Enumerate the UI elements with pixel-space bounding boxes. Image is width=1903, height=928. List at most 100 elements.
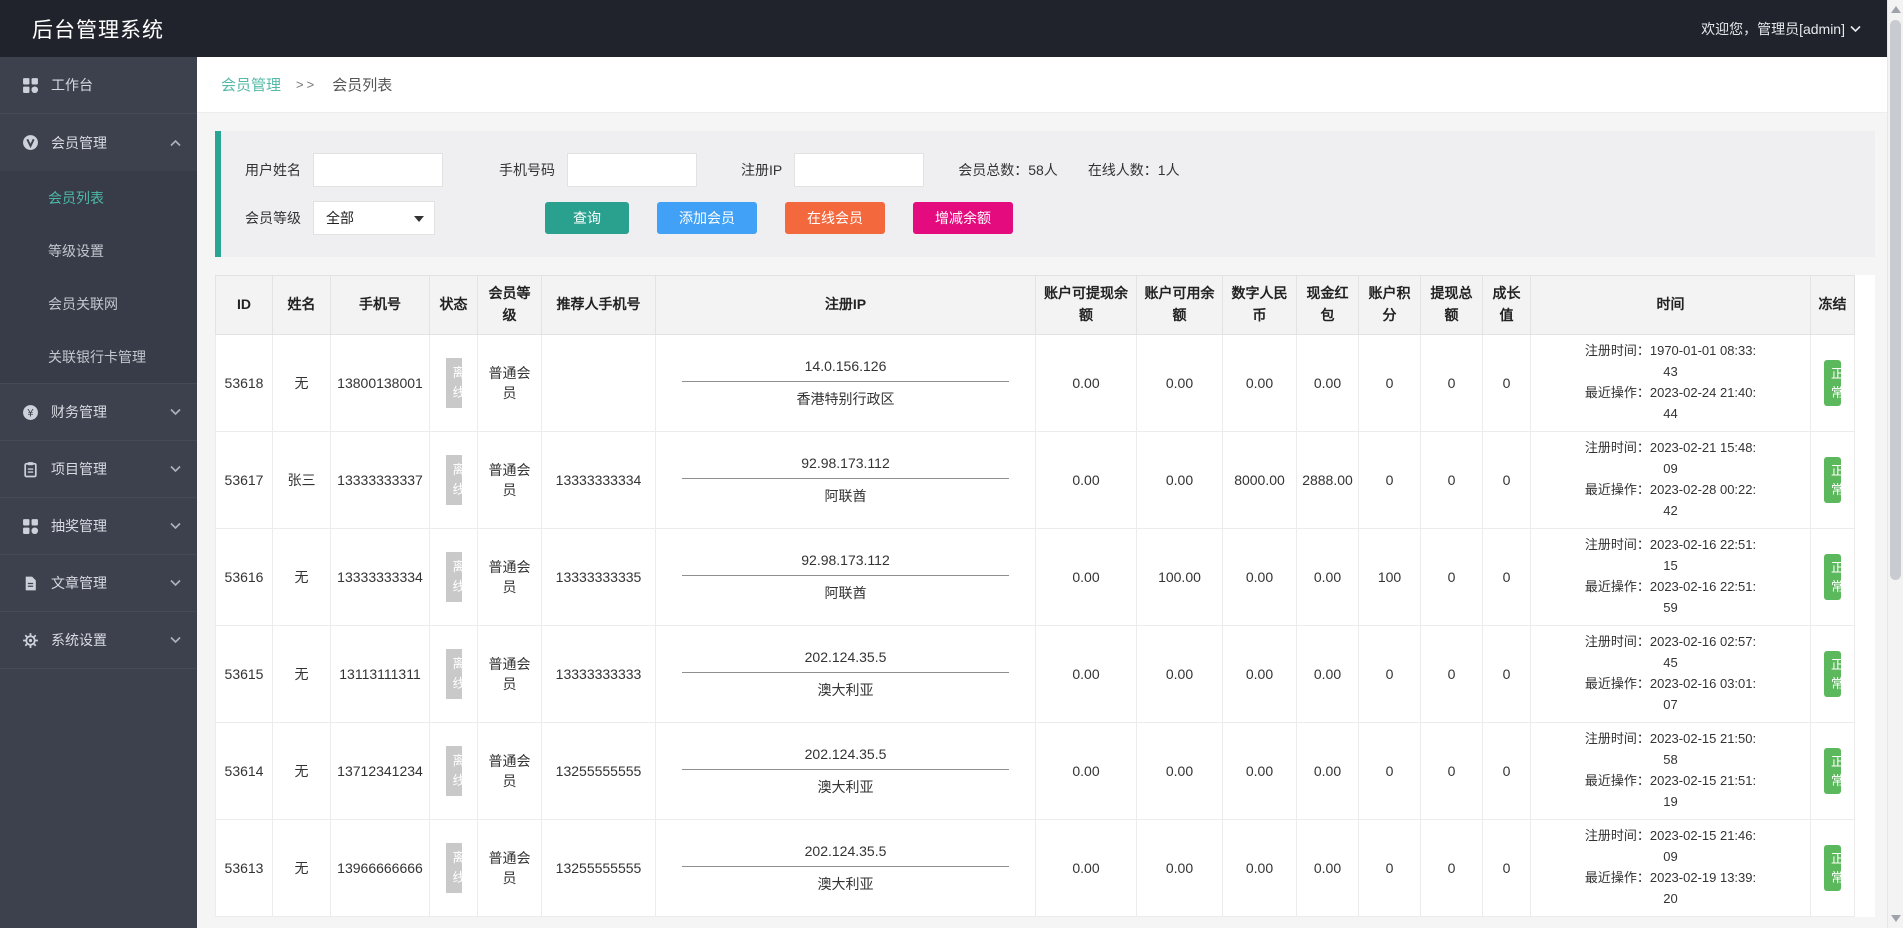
breadcrumb-section-link[interactable]: 会员管理 [221, 74, 281, 95]
sidebar-item-workbench[interactable]: 工作台 [0, 57, 197, 114]
column-header: 推荐人手机号 [542, 276, 656, 335]
sidebar-subitem-会员列表[interactable]: 会员列表 [0, 171, 197, 224]
total-members-stat: 会员总数：58人 [958, 160, 1058, 180]
name-cell: 无 [273, 626, 331, 723]
column-header: 账户积分 [1359, 276, 1421, 335]
register-ip-cell: 202.124.35.5澳大利亚 [656, 723, 1036, 820]
digital-rmb-cell: 0.00 [1223, 626, 1297, 723]
register-time: 注册时间：1970-01-01 08:33:43 [1582, 341, 1760, 383]
phone-cell: 13800138001 [331, 335, 430, 432]
available-balance-cell: 0.00 [1137, 335, 1223, 432]
sidebar-item-article[interactable]: 文章管理 [0, 555, 197, 612]
submenu-member: 会员列表等级设置会员关联网关联银行卡管理 [0, 171, 197, 384]
phone-cell: 13712341234 [331, 723, 430, 820]
online-member-button[interactable]: 在线会员 [785, 202, 885, 234]
phone-cell: 13333333334 [331, 529, 430, 626]
column-header: 账户可用余额 [1137, 276, 1223, 335]
freeze-status-button[interactable]: 正常 [1824, 457, 1841, 503]
phone-cell: 13333333337 [331, 432, 430, 529]
referrer-phone-cell: 13255555555 [542, 820, 656, 917]
id-cell: 53613 [216, 820, 273, 917]
sidebar-item-label: 工作台 [51, 75, 93, 95]
username-input[interactable] [313, 153, 443, 187]
freeze-status-button[interactable]: 正常 [1824, 651, 1841, 697]
level-cell: 普通会员 [478, 529, 542, 626]
column-header: 数字人民币 [1223, 276, 1297, 335]
freeze-action-cell: 正常 [1811, 626, 1855, 723]
freeze-status-button[interactable]: 正常 [1824, 360, 1841, 406]
chevron-down-icon [1850, 25, 1861, 33]
freeze-status-button[interactable]: 正常 [1824, 748, 1841, 794]
name-cell: 无 [273, 723, 331, 820]
ip-address: 202.124.35.5 [682, 746, 1008, 770]
level-cell: 普通会员 [478, 723, 542, 820]
register-time: 注册时间：2023-02-21 15:48:09 [1582, 438, 1760, 480]
growth-value-cell: 0 [1483, 626, 1531, 723]
ip-region: 澳大利亚 [660, 867, 1031, 894]
scrollbar-thumb[interactable] [1890, 20, 1901, 580]
app-title: 后台管理系统 [32, 14, 164, 44]
sidebar-subitem-会员关联网[interactable]: 会员关联网 [0, 277, 197, 330]
freeze-status-button[interactable]: 正常 [1824, 845, 1841, 891]
vertical-scrollbar[interactable] [1887, 0, 1903, 928]
sidebar-item-label: 文章管理 [51, 573, 107, 593]
svg-text:¥: ¥ [27, 407, 34, 419]
sidebar-item-lottery[interactable]: 抽奖管理 [0, 498, 197, 555]
member-table: ID姓名手机号状态会员等级推荐人手机号注册IP账户可提现余额账户可用余额数字人民… [215, 275, 1855, 917]
register-ip-cell: 92.98.173.112阿联酋 [656, 432, 1036, 529]
freeze-action-cell: 正常 [1811, 723, 1855, 820]
sidebar-item-project[interactable]: 项目管理 [0, 441, 197, 498]
sidebar-item-finance[interactable]: ¥ 财务管理 [0, 384, 197, 441]
offline-status-badge: 离线 [446, 649, 462, 699]
column-header: 会员等级 [478, 276, 542, 335]
freeze-status-button[interactable]: 正常 [1824, 554, 1841, 600]
growth-value-cell: 0 [1483, 723, 1531, 820]
register-ip-input[interactable] [794, 153, 924, 187]
withdrawable-balance-cell: 0.00 [1036, 723, 1137, 820]
chevron-down-icon [170, 522, 181, 530]
last-operation-time: 最近操作：2023-02-19 13:39:20 [1582, 868, 1760, 910]
column-header: 成长值 [1483, 276, 1531, 335]
column-header: 状态 [430, 276, 478, 335]
phone-cell: 13113111311 [331, 626, 430, 723]
column-header: 账户可提现余额 [1036, 276, 1137, 335]
sidebar-item-settings[interactable]: 系统设置 [0, 612, 197, 669]
sidebar-subitem-等级设置[interactable]: 等级设置 [0, 224, 197, 277]
table-header-row: ID姓名手机号状态会员等级推荐人手机号注册IP账户可提现余额账户可用余额数字人民… [216, 276, 1855, 335]
withdraw-total-cell: 0 [1421, 529, 1483, 626]
filter-row-1: 用户姓名 手机号码 注册IP 会员总数：58人 在线人数：1人 [245, 153, 1875, 187]
register-time: 注册时间：2023-02-15 21:50:58 [1582, 729, 1760, 771]
cash-red-packet-cell: 0.00 [1297, 626, 1359, 723]
column-header: 提现总额 [1421, 276, 1483, 335]
status-cell: 离线 [430, 820, 478, 917]
available-balance-cell: 0.00 [1137, 820, 1223, 917]
freeze-action-cell: 正常 [1811, 529, 1855, 626]
sidebar-subitem-关联银行卡管理[interactable]: 关联银行卡管理 [0, 330, 197, 383]
level-cell: 普通会员 [478, 335, 542, 432]
phone-input[interactable] [567, 153, 697, 187]
last-operation-time: 最近操作：2023-02-15 21:51:19 [1582, 771, 1760, 813]
user-menu[interactable]: 欢迎您，管理员[admin] [1701, 19, 1861, 39]
cash-red-packet-cell: 2888.00 [1297, 432, 1359, 529]
select-caret-icon [414, 216, 424, 222]
sidebar-item-member-management[interactable]: 会员管理 [0, 114, 197, 171]
register-ip-label: 注册IP [741, 160, 782, 180]
member-icon [22, 134, 39, 151]
member-level-selected-value: 全部 [326, 208, 354, 228]
available-balance-cell: 100.00 [1137, 529, 1223, 626]
last-operation-time: 最近操作：2023-02-16 03:01:07 [1582, 674, 1760, 716]
referrer-phone-cell: 13333333335 [542, 529, 656, 626]
member-level-select[interactable]: 全部 [313, 201, 435, 235]
query-button[interactable]: 查询 [545, 202, 629, 234]
id-cell: 53614 [216, 723, 273, 820]
register-ip-cell: 202.124.35.5澳大利亚 [656, 626, 1036, 723]
digital-rmb-cell: 0.00 [1223, 820, 1297, 917]
scrollbar-down-arrow-icon[interactable] [1891, 915, 1901, 922]
account-points-cell: 0 [1359, 820, 1421, 917]
scrollbar-up-arrow-icon[interactable] [1891, 6, 1901, 13]
chevron-down-icon [170, 465, 181, 473]
sidebar-item-label: 财务管理 [51, 402, 107, 422]
adjust-balance-button[interactable]: 增减余额 [913, 202, 1013, 234]
add-member-button[interactable]: 添加会员 [657, 202, 757, 234]
withdraw-total-cell: 0 [1421, 820, 1483, 917]
